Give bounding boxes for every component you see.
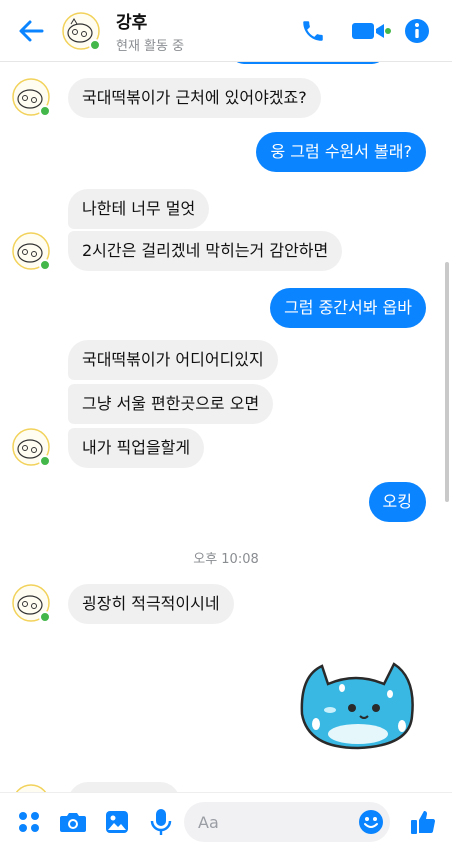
video-icon[interactable]: [350, 15, 392, 47]
back-arrow-icon[interactable]: [14, 14, 48, 48]
incoming-message[interactable]: 국대떡볶이가 어디어디있지: [68, 340, 278, 380]
incoming-message[interactable]: 그냥 서울 편한곳으로 오면: [68, 384, 274, 424]
incoming-message[interactable]: 굉장히 적극적이시네: [68, 584, 234, 624]
avatar[interactable]: [12, 584, 52, 624]
emoji-icon[interactable]: [358, 809, 384, 835]
message-list[interactable]: 국대떡볶이가 근처에 있어야겠죠? 웅 그럼 수원서 볼래? 나한테 너무 멀엇…: [0, 62, 452, 792]
contact-name: 강후: [116, 13, 148, 33]
avatar[interactable]: [12, 232, 52, 272]
outgoing-message[interactable]: 오킹: [368, 482, 426, 522]
outgoing-message[interactable]: 그럼 중간서봐 옵바: [270, 288, 426, 328]
outgoing-message[interactable]: 웅 그럼 수원서 볼래?: [256, 132, 426, 172]
scrollbar[interactable]: [445, 262, 449, 502]
blue-cat-sticker[interactable]: [294, 654, 424, 754]
microphone-icon[interactable]: [146, 807, 176, 837]
phone-icon[interactable]: [298, 15, 328, 47]
message-bubble-partial: [230, 62, 386, 64]
more-apps-icon[interactable]: [14, 807, 44, 837]
message-input[interactable]: [198, 802, 358, 842]
message-timestamp: 오후 10:08: [193, 552, 259, 567]
gallery-icon[interactable]: [102, 807, 132, 837]
avatar[interactable]: [12, 784, 52, 792]
avatar[interactable]: [12, 428, 52, 468]
info-icon[interactable]: [402, 15, 432, 47]
camera-icon[interactable]: [58, 807, 88, 837]
chat-header: 강후 현재 활동 중: [0, 0, 452, 62]
incoming-message[interactable]: 나한테 너무 멀엇: [68, 189, 210, 229]
composer-bar: [0, 792, 452, 850]
avatar[interactable]: [12, 78, 52, 118]
incoming-message[interactable]: 내가 픽업을할게: [68, 428, 205, 468]
active-status: 현재 활동 중: [116, 39, 185, 54]
like-icon[interactable]: [408, 807, 438, 837]
incoming-message[interactable]: 2시간은 걸리겠네 막히는거 감안하면: [68, 231, 343, 271]
message-input-container[interactable]: [184, 802, 390, 842]
incoming-message-partial: [68, 782, 180, 792]
incoming-message[interactable]: 국대떡볶이가 근처에 있어야겠죠?: [68, 78, 321, 118]
avatar[interactable]: [62, 12, 102, 52]
